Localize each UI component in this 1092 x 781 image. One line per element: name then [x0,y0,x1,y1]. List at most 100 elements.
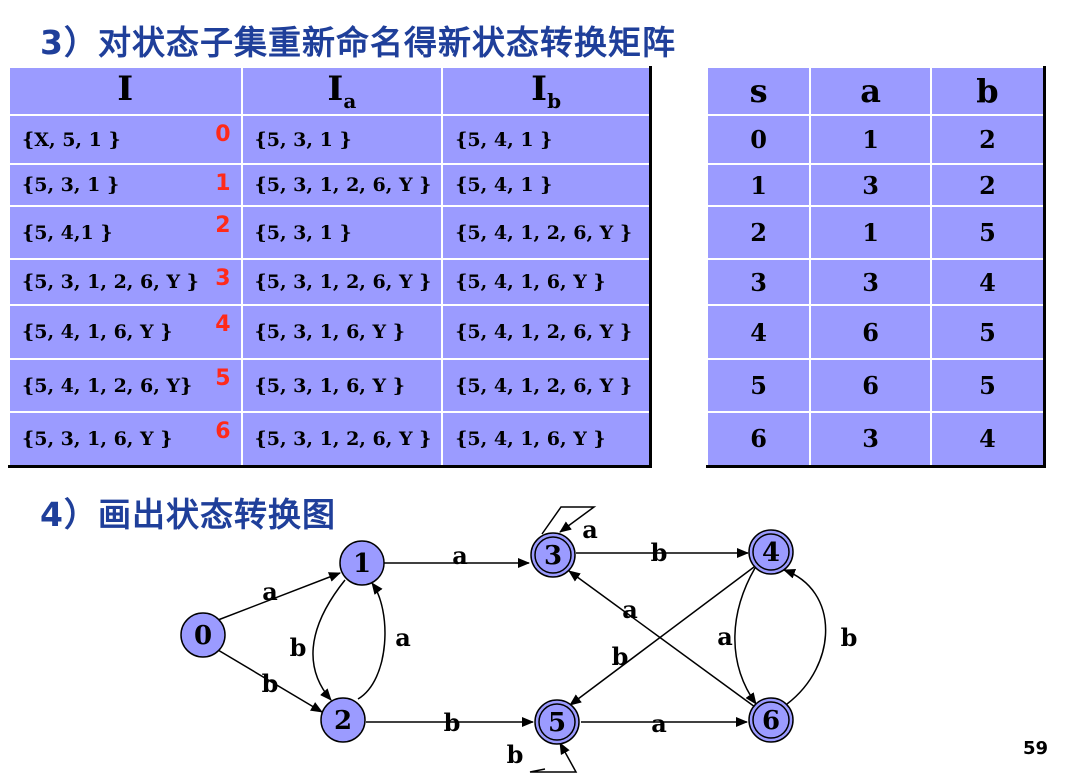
subset-cell-Ib: {5, 4, 1, 6, Y } [441,258,652,306]
subset-cell-I: {5, 3, 1, 2, 6, Y } 3 [8,258,243,306]
state-cell: 3 [809,258,932,306]
state-cell: 1 [705,163,812,207]
state-row: 565 [705,358,1046,413]
state-cell: 1 [809,205,932,260]
subset-row: {5, 4, 1, 6, Y } 4 {5, 3, 1, 6, Y } {5, 4, … [8,304,652,360]
state-cell: 5 [929,304,1046,360]
subset-cell-Ia: {5, 3, 1, 2, 6, Y } [240,258,444,306]
state-cell: 2 [705,205,812,260]
edge-label-e25: b [444,708,461,737]
state-cell: 5 [929,358,1046,413]
state-id-label: 0 [215,122,231,147]
edge-label-e56: a [651,709,667,738]
col-header-I: I [8,66,243,116]
subset-cell-Ia: {5, 3, 1, 2, 6, Y } [240,163,444,207]
subset-text: {5, 3, 1, 6, Y } [22,427,173,450]
subset-cell-Ib: {5, 4, 1, 2, 6, Y } [441,358,652,413]
state-cell: 6 [809,358,932,413]
edge-e64 [783,569,827,705]
subset-cell-I: {5, 4, 1, 6, Y } 4 [8,304,243,360]
subset-row: {X, 5, 1 } 0 {5, 3, 1 } {5, 4, 1 } [8,114,652,165]
state-diagram: 0123 45 6 abb aababa bbaab [180,506,858,773]
state-id-label: 4 [215,312,231,337]
subset-text: {5, 4, 1, 2, 6, Y} [22,374,193,397]
state-cell: 5 [929,205,1046,260]
subset-cell-I: {X, 5, 1 } 0 [8,114,243,165]
subset-row: {5, 4,1 } 2 {5, 3, 1 } {5, 4, 1, 2, 6, Y } [8,205,652,260]
edge-label-e01: a [262,577,278,606]
subset-text: {5, 3, 1, 2, 6, Y } [22,271,199,293]
state-cell: 4 [929,258,1046,306]
state-cell: 4 [705,304,812,360]
edge-e01 [217,572,341,621]
state-cell: 1 [809,114,932,165]
subset-text: {5, 4, 1, 6, Y } [22,321,173,343]
state-id-label: 3 [215,266,231,291]
subset-text: {X, 5, 1 } [22,128,121,151]
subset-cell-Ib: {5, 4, 1 } [441,114,652,165]
state-node-4: 4 [748,529,794,575]
subset-cell-I: {5, 4,1 } 2 [8,205,243,260]
edge-e12 [312,579,346,701]
col-header-s: s [705,66,812,116]
state-cell: 4 [929,411,1046,467]
subset-cell-Ib: {5, 4, 1, 6, Y } [441,411,652,467]
subset-row: {5, 3, 1, 6, Y } 6 {5, 3, 1, 2, 6, Y } {5, … [8,411,652,467]
state-id-label: 2 [215,213,231,238]
state-id-label: 5 [215,366,231,391]
edge-e46 [734,567,757,705]
subset-cell-I: {5, 3, 1, 6, Y } 6 [8,411,243,467]
subset-cell-I: {5, 3, 1 } 1 [8,163,243,207]
state-cell: 3 [809,163,932,207]
state-row: 465 [705,304,1046,360]
state-cell: 2 [929,114,1046,165]
subset-table: I Ia Ib {X, 5, 1 } 0 {5, 3, 1 } {5, 4, 1 }{… [8,66,652,468]
state-label: 1 [353,549,371,579]
state-cell: 0 [705,114,812,165]
state-label: 5 [548,708,566,738]
col-header-Ib: Ib [441,66,652,116]
subset-cell-Ia: {5, 3, 1, 6, Y } [240,304,444,360]
state-node-1: 1 [339,540,385,586]
subset-row: {5, 3, 1 } 1 {5, 3, 1, 2, 6, Y } {5, 4, 1 } [8,163,652,207]
state-label: 0 [194,621,212,651]
edge-label-e45: b [612,642,629,671]
edge-label-e21: a [395,623,411,652]
subset-cell-I: {5, 4, 1, 2, 6, Y} 5 [8,358,243,413]
state-node-3: 3 [530,532,576,578]
state-label: 6 [762,706,780,736]
state-row: 334 [705,258,1046,306]
state-id-label: 1 [215,171,231,196]
state-node-2: 2 [320,697,366,743]
page-number: 59 [1022,738,1048,759]
edge-label-e33: a [582,515,598,544]
col-header-Ia: Ia [240,66,444,116]
section3-title: 3）对状态子集重新命名得新状态转换矩阵 [40,23,676,62]
state-row: 012 [705,114,1046,165]
subset-text: {5, 4,1 } [22,221,113,244]
state-label: 3 [544,541,562,571]
state-label: 2 [334,706,352,736]
state-label: 4 [762,538,780,568]
subset-cell-Ia: {5, 3, 1, 6, Y } [240,358,444,413]
subset-cell-Ib: {5, 4, 1 } [441,163,652,207]
edge-e55 [529,742,578,773]
edge-label-e64: b [841,623,858,652]
subset-cell-Ia: {5, 3, 1 } [240,114,444,165]
state-row: 634 [705,411,1046,467]
col-header-a: a [809,66,932,116]
state-cell: 3 [705,258,812,306]
edge-label-e12: b [290,633,307,662]
state-cell: 6 [705,411,812,467]
state-cell: 2 [929,163,1046,207]
state-transition-table: s a b 012132215334465565634 [705,66,1046,468]
subset-row: {5, 3, 1, 2, 6, Y } 3 {5, 3, 1, 2, 6, Y }{… [8,258,652,306]
subset-text: {5, 3, 1 } [22,174,120,196]
state-node-0: 0 [180,612,226,658]
edge-label-e63: a [622,595,638,624]
edge-label-e34: b [651,538,668,567]
state-cell: 3 [809,411,932,467]
state-id-label: 6 [215,419,231,444]
state-cell: 6 [809,304,932,360]
edge-label-e46: a [717,622,733,651]
